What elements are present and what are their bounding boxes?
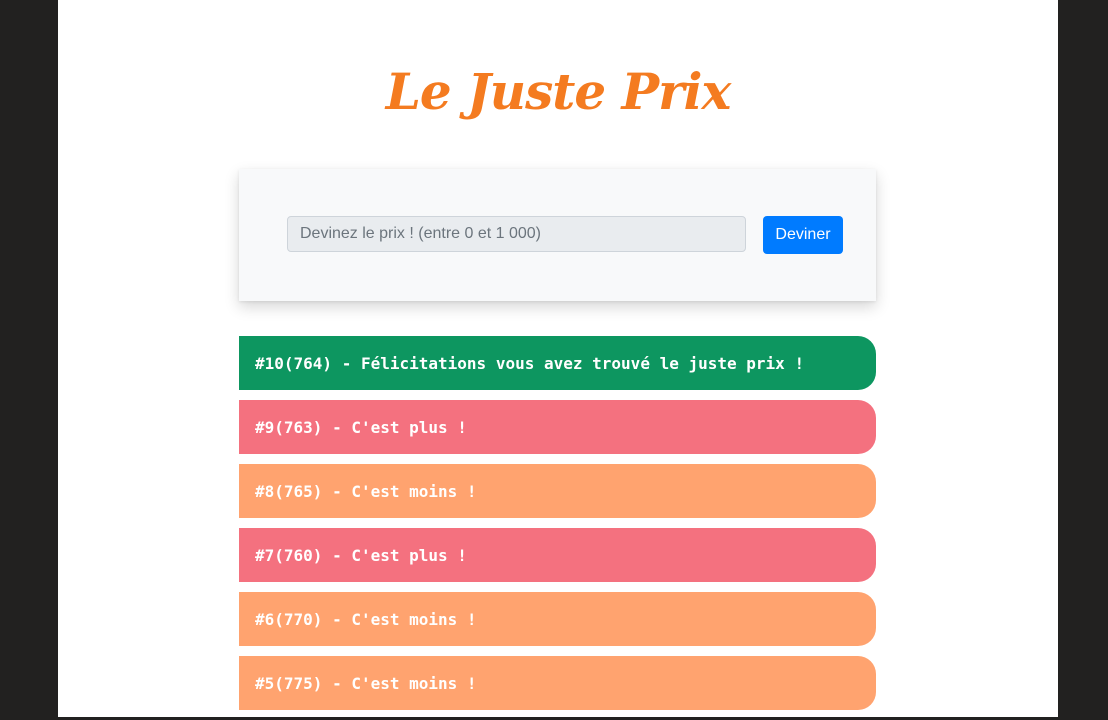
page-container: Le Juste Prix Deviner #10(764) - Félicit…: [58, 0, 1058, 717]
history-item: #9(763) - C'est plus !: [239, 400, 876, 454]
history-item: #7(760) - C'est plus !: [239, 528, 876, 582]
history-item: #6(770) - C'est moins !: [239, 592, 876, 646]
guess-form: Deviner: [239, 169, 876, 301]
guess-input[interactable]: [287, 216, 746, 252]
guess-button[interactable]: Deviner: [763, 216, 843, 254]
history-item: #5(775) - C'est moins !: [239, 656, 876, 710]
page-title: Le Juste Prix: [385, 62, 732, 121]
history-item: #10(764) - Félicitations vous avez trouv…: [239, 336, 876, 390]
history-item: #8(765) - C'est moins !: [239, 464, 876, 518]
guess-history-list: #10(764) - Félicitations vous avez trouv…: [239, 336, 876, 720]
